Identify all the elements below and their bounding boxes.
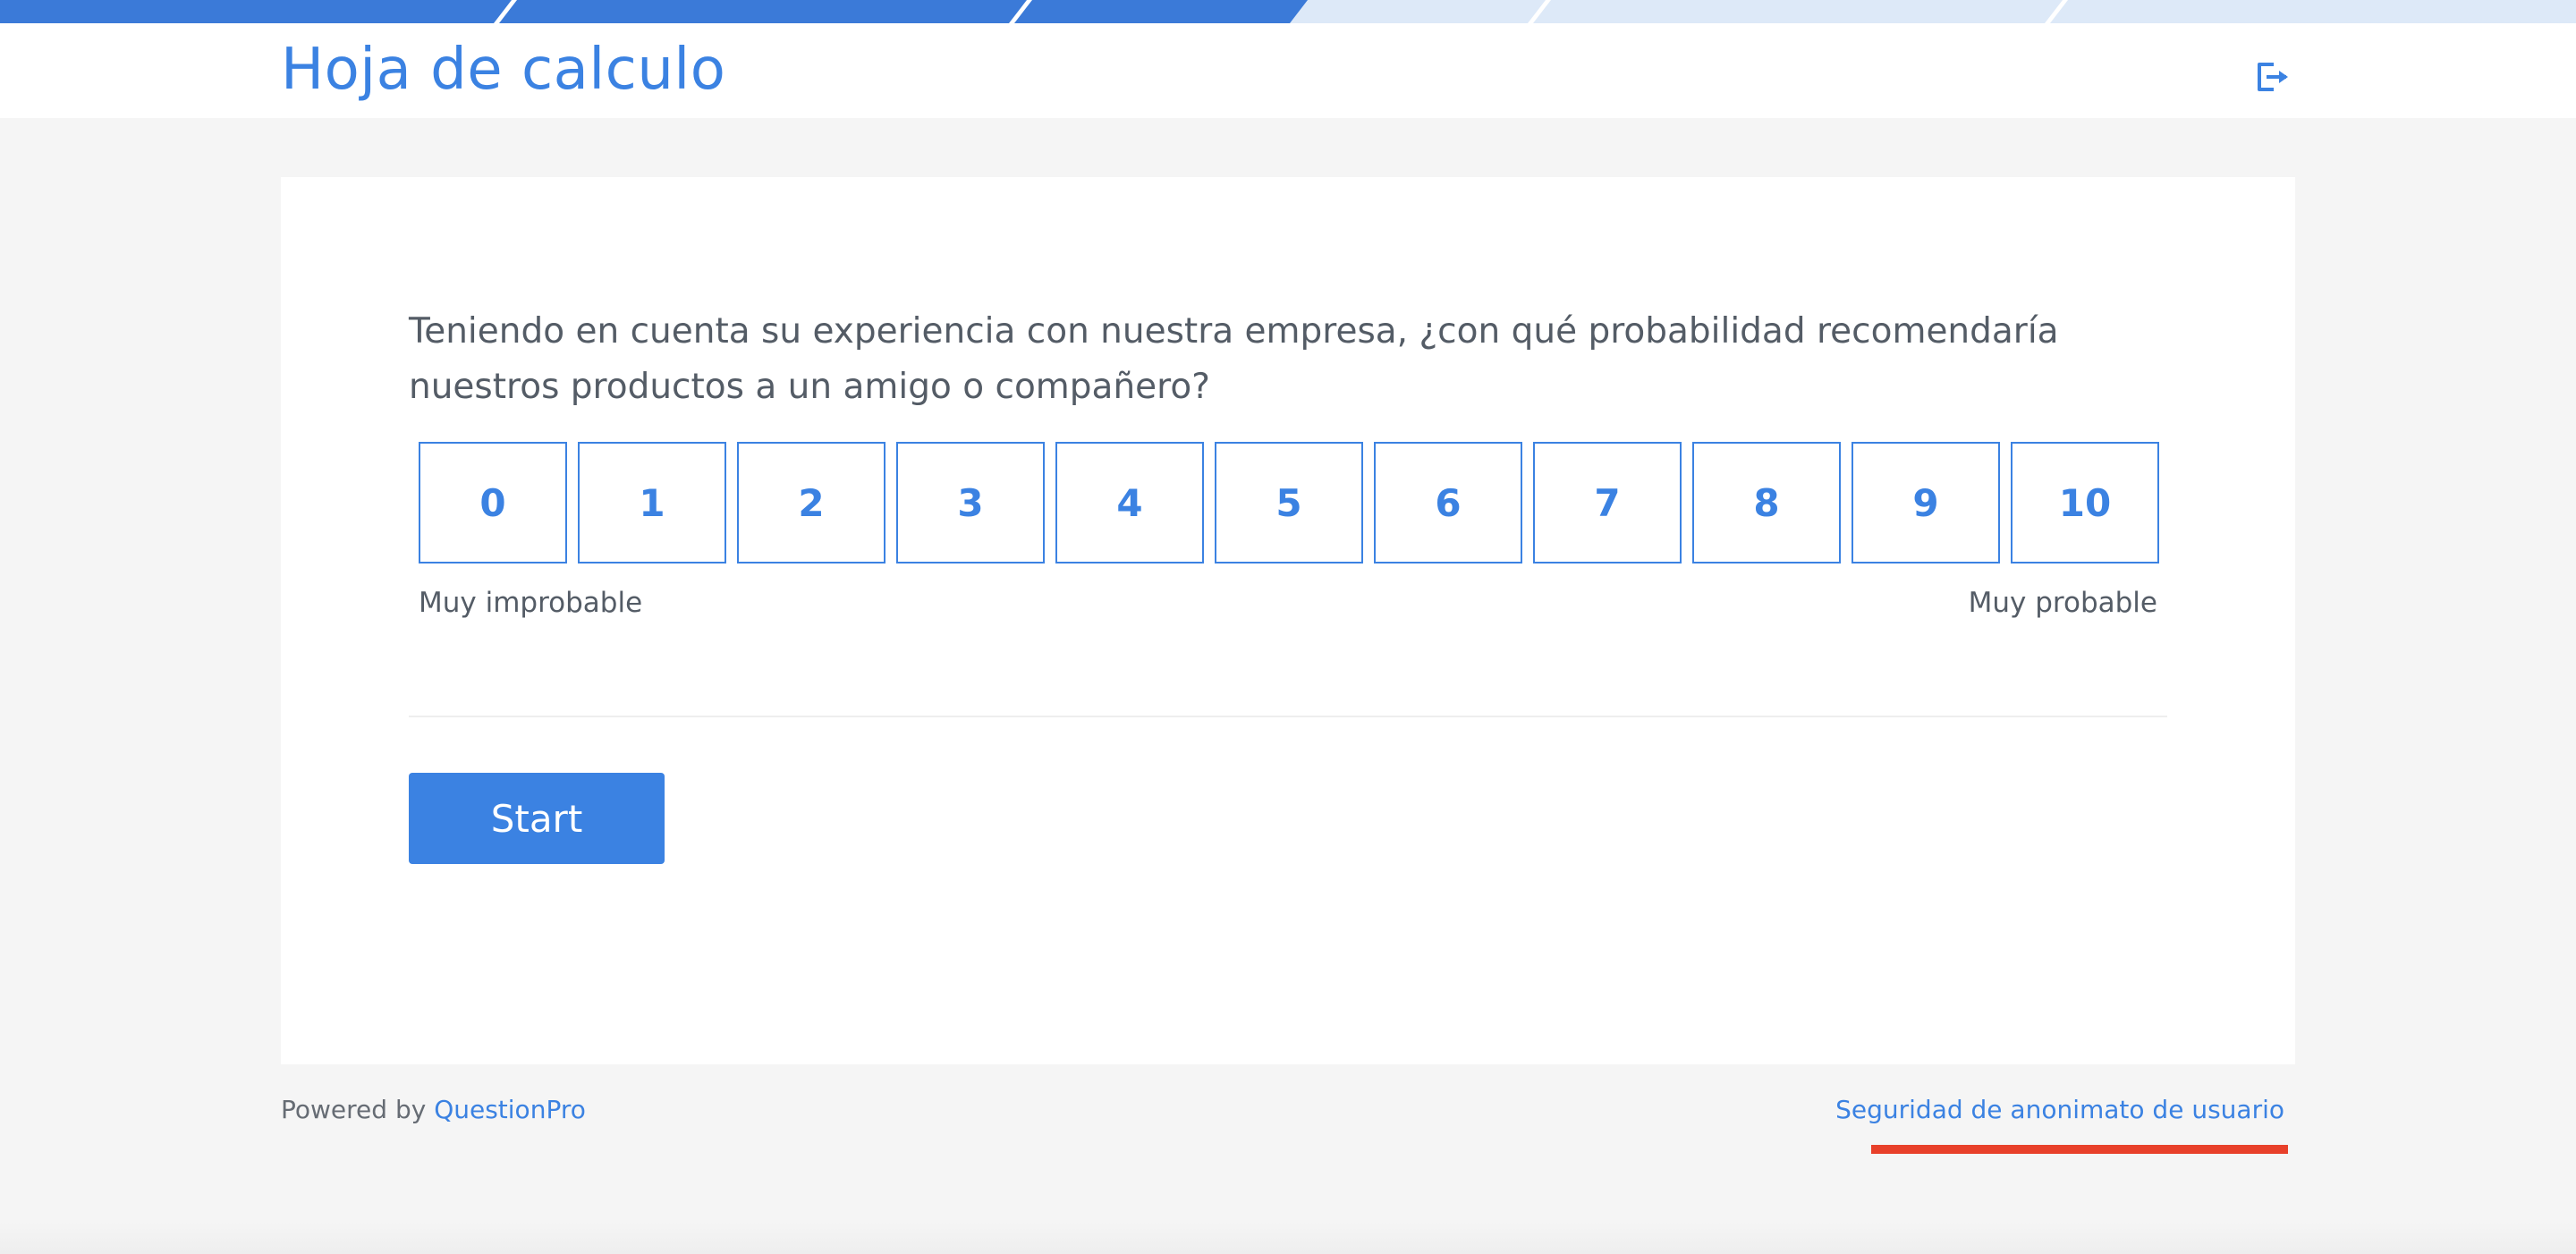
header: Hoja de calculo bbox=[0, 23, 2576, 118]
powered-by: Powered by QuestionPro bbox=[281, 1095, 586, 1124]
scale-option-5[interactable]: 5 bbox=[1215, 442, 1363, 563]
link-highlight-underline bbox=[1871, 1145, 2288, 1154]
exit-icon[interactable] bbox=[2252, 57, 2292, 97]
scale-option-3[interactable]: 3 bbox=[896, 442, 1045, 563]
scale-option-2[interactable]: 2 bbox=[737, 442, 886, 563]
scale-option-0[interactable]: 0 bbox=[419, 442, 567, 563]
top-progress-stripe bbox=[0, 0, 2576, 23]
question-text: Teniendo en cuenta su experiencia con nu… bbox=[409, 311, 2059, 407]
page-bottom-shade bbox=[0, 1222, 2576, 1254]
survey-title: Hoja de calculo bbox=[281, 37, 726, 103]
anonymity-link[interactable]: Seguridad de anonimato de usuario bbox=[1835, 1095, 2284, 1124]
divider bbox=[409, 716, 2167, 717]
question-card: Teniendo en cuenta su experiencia con nu… bbox=[281, 177, 2295, 1064]
scale-option-10[interactable]: 10 bbox=[2011, 442, 2159, 563]
powered-by-label: Powered by bbox=[281, 1095, 427, 1124]
start-button[interactable]: Start bbox=[409, 773, 665, 864]
scale-anchor-high: Muy probable bbox=[1968, 587, 2157, 619]
scale-anchor-low: Muy improbable bbox=[419, 587, 643, 619]
scale-option-1[interactable]: 1 bbox=[578, 442, 726, 563]
scale-option-4[interactable]: 4 bbox=[1055, 442, 1204, 563]
nps-scale: 0 1 2 3 4 5 6 7 8 9 10 bbox=[419, 442, 2159, 563]
scale-option-8[interactable]: 8 bbox=[1692, 442, 1841, 563]
scale-option-9[interactable]: 9 bbox=[1852, 442, 2000, 563]
scale-option-7[interactable]: 7 bbox=[1533, 442, 1682, 563]
scale-option-6[interactable]: 6 bbox=[1374, 442, 1522, 563]
questionpro-link[interactable]: QuestionPro bbox=[434, 1095, 586, 1124]
